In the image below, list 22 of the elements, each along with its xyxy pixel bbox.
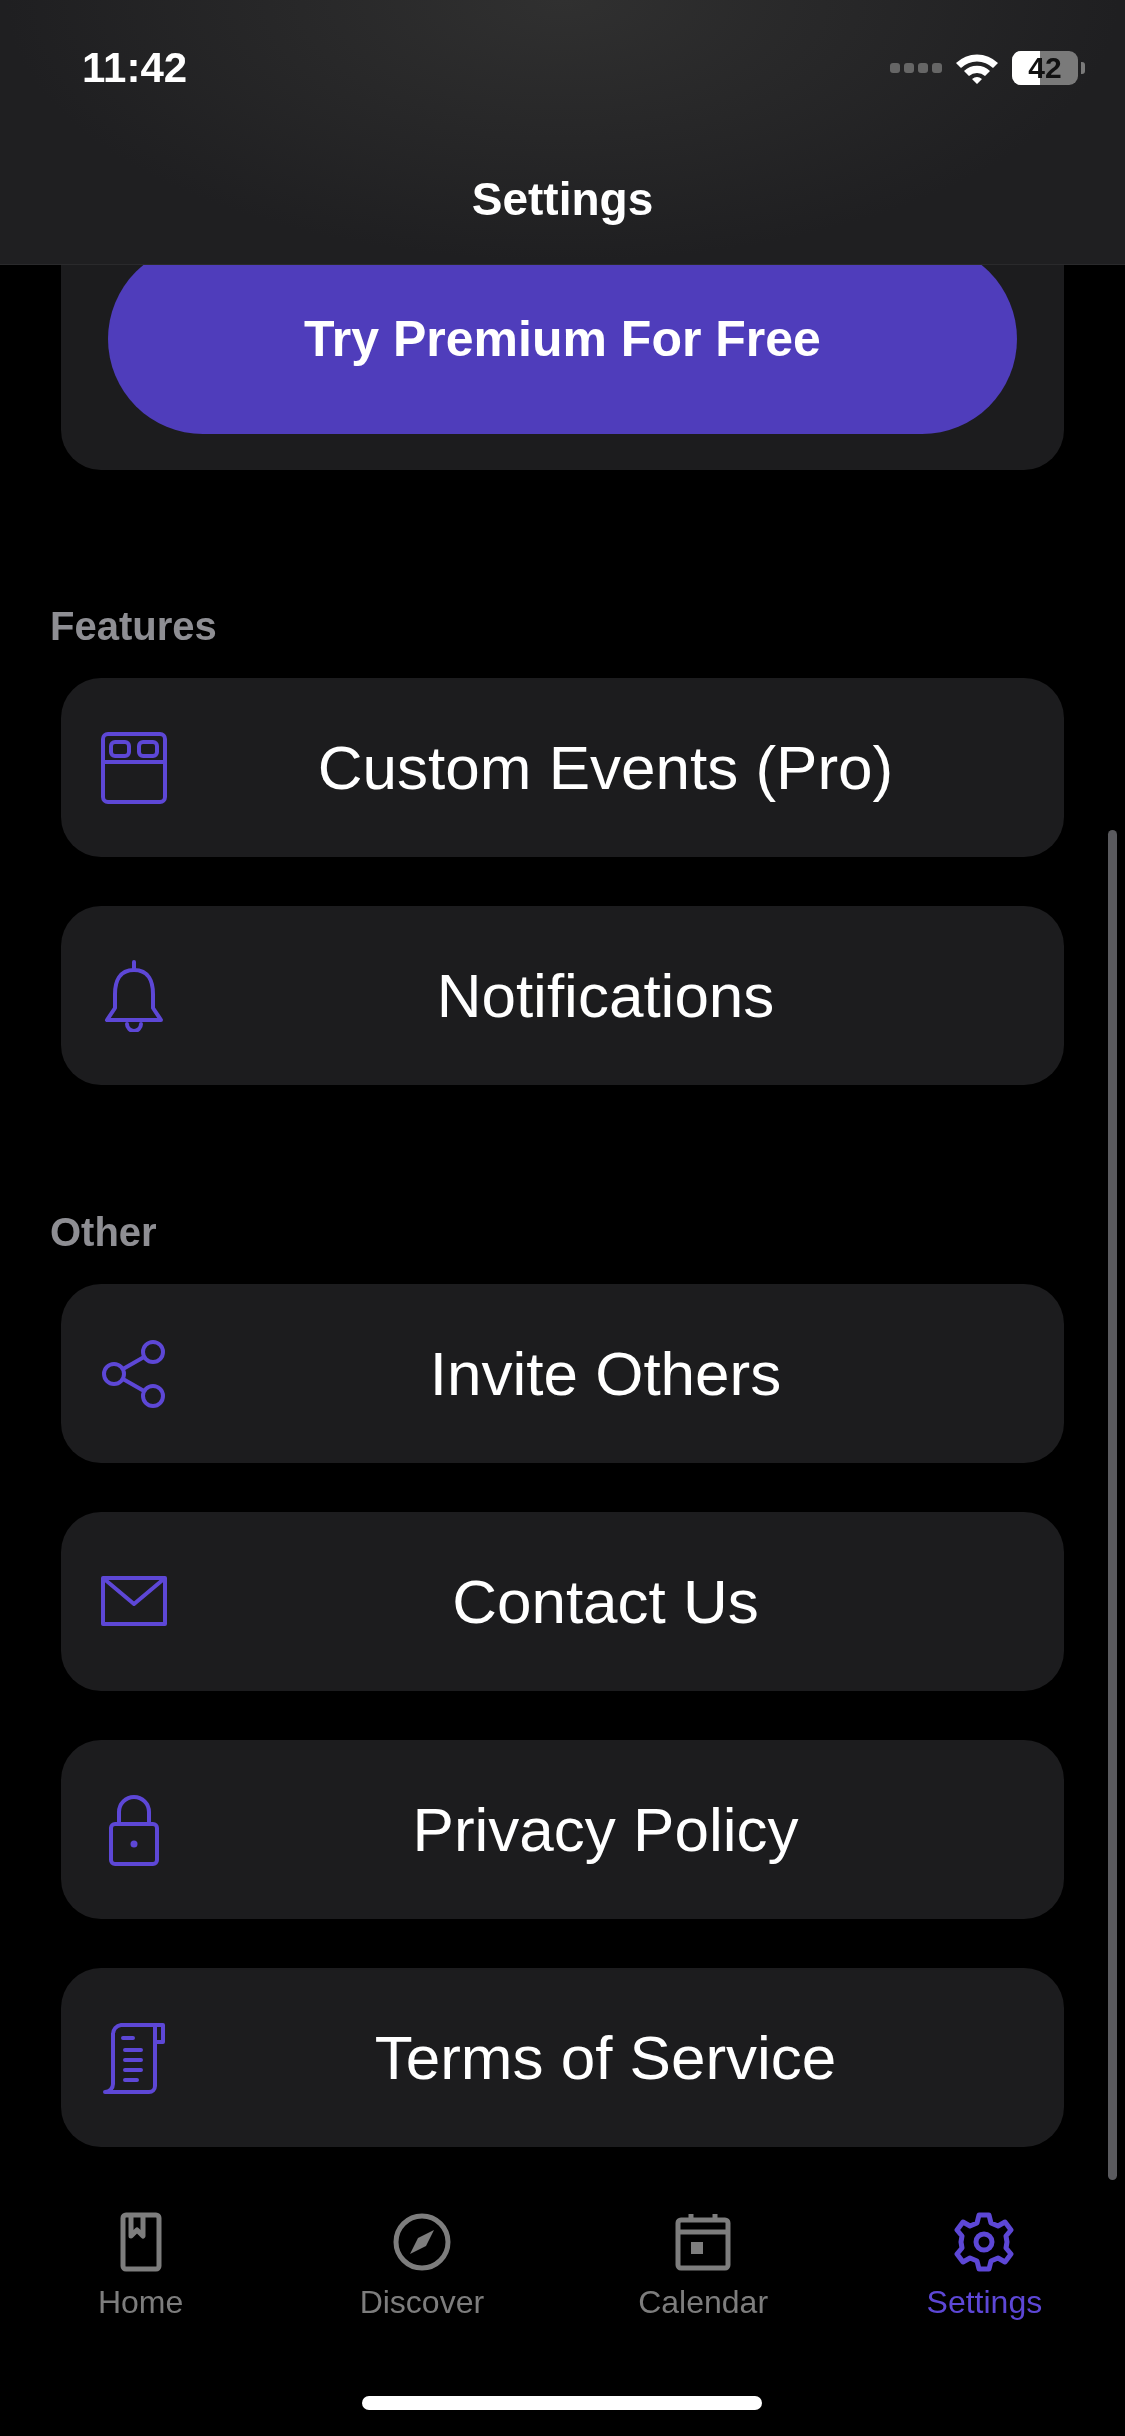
tab-bar-item[interactable]: Calendar <box>562 2180 844 2322</box>
tab-bar-item[interactable]: Home <box>0 2180 282 2322</box>
screen-title: Settings <box>470 172 655 226</box>
wifi-icon <box>954 51 1000 85</box>
compass-icon <box>391 2212 452 2272</box>
bed-icon <box>101 731 167 804</box>
status-time: 11:42 <box>82 44 188 92</box>
settings-row[interactable]: Custom Events (Pro) <box>61 678 1064 857</box>
tab-bar-item[interactable]: Discover <box>281 2180 563 2322</box>
section-header: Features <box>50 603 218 650</box>
settings-row[interactable]: Notifications <box>61 906 1064 1085</box>
settings-row[interactable]: Invite Others <box>61 1284 1064 1463</box>
signal-icon <box>890 61 942 75</box>
settings-row[interactable]: Privacy Policy <box>61 1740 1064 1919</box>
settings-icon <box>954 2212 1015 2272</box>
share-icon <box>101 1337 167 1410</box>
document-icon <box>101 2021 167 2094</box>
settings-row[interactable]: Contact Us <box>61 1512 1064 1691</box>
settings-row[interactable]: Terms of Service <box>61 1968 1064 2147</box>
calendar-icon <box>673 2212 734 2272</box>
try-premium-button[interactable]: Try Premium For Free <box>108 265 1017 434</box>
section-header: Other <box>50 1209 158 1256</box>
